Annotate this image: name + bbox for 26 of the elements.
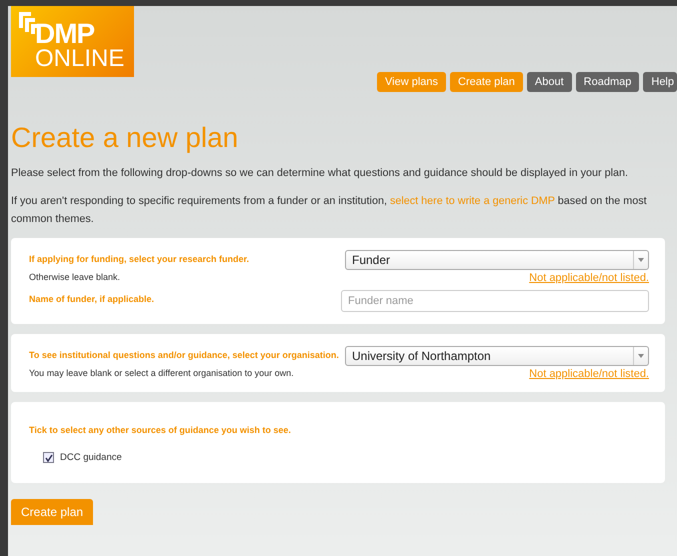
nav-button[interactable]: Roadmap (576, 72, 640, 92)
checkbox-label: DCC guidance (60, 452, 122, 463)
funder-select[interactable]: Funder (345, 250, 649, 270)
funder-name-field[interactable]: Funder name (341, 290, 649, 312)
organisation-label: To see institutional questions and/or guidance, select your organisation. (29, 350, 339, 360)
create-plan-button[interactable]: Create plan (11, 499, 94, 525)
generic-link[interactable]: select here to write a generic DMP (390, 195, 555, 207)
nav-button[interactable]: About (526, 72, 572, 92)
caret-icon (638, 258, 644, 262)
intro-text: Please select from the following drop-downs so we can determine what questions and guidance should be displayed in your plan. (11, 166, 629, 181)
caret-icon (638, 354, 644, 358)
logo[interactable]: DMP ONLINE (11, 6, 134, 77)
not-applicable-link[interactable]: Not applicable/not listed. (529, 272, 649, 284)
funder-label: If applying for funding, select your research funder. (29, 254, 250, 264)
nav-button[interactable]: Create plan (450, 72, 523, 92)
funder-name-label: Name of funder, if applicable. (29, 294, 154, 304)
funder-hint: Otherwise leave blank. (29, 272, 120, 282)
page-title: Create a new plan (11, 122, 240, 154)
checkbox[interactable] (43, 452, 54, 463)
nav-button[interactable]: Help (643, 72, 677, 92)
nav-button[interactable]: View plans (377, 72, 446, 92)
guidance-label: Tick to select any other sources of guidance you wish to see. (29, 425, 291, 435)
generic-text: If you aren't responding to specific requirements from a funder or an institution, select here to write a generic DMP based on the most common themes. (11, 194, 648, 227)
organisation-select[interactable]: University of Northampton (345, 346, 649, 366)
organisation-hint: You may leave blank or select a different organisation to your own. (29, 368, 294, 378)
not-applicable-link[interactable]: Not applicable/not listed. (529, 368, 649, 380)
